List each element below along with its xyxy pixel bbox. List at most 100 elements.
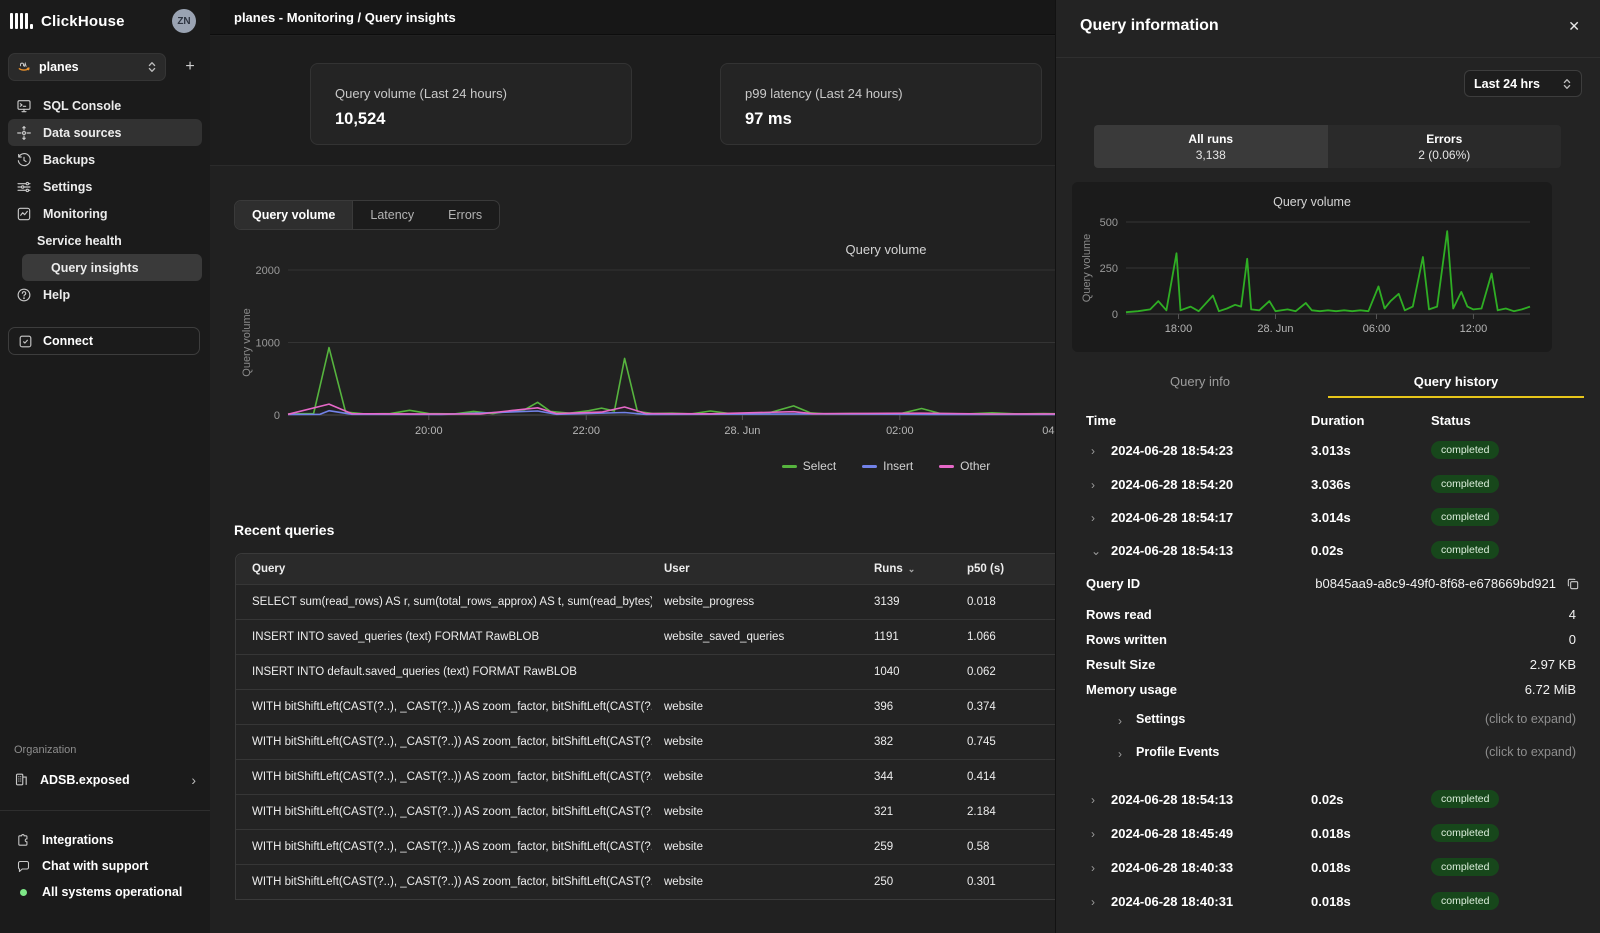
history-time: 2024-06-28 18:54:13 [1111,543,1233,558]
history-duration: 0.02s [1311,543,1344,558]
detail-label: Rows read [1086,607,1152,622]
sidebar-item-backups[interactable]: Backups [8,146,202,173]
history-row[interactable]: ›2024-06-28 18:45:490.018scompleted [1056,819,1600,852]
expandable-row-settings[interactable]: ›Settings(click to expand) [1056,712,1600,738]
status-dot [20,889,27,896]
sidebar-item-label: Monitoring [43,207,108,221]
app-root: ClickHouse ZN planes + SQL ConsoleData s… [0,0,1600,933]
metric-label: Query volume (Last 24 hours) [335,86,507,101]
summary-segment-errors[interactable]: Errors2 (0.06%) [1328,125,1562,168]
add-service-button[interactable]: + [178,55,202,79]
detail-label: Result Size [1086,657,1155,672]
history-time: 2024-06-28 18:54:23 [1111,443,1233,458]
legend-item-other[interactable]: Other [939,459,990,473]
connect-button[interactable]: Connect [8,327,200,355]
user-avatar[interactable]: ZN [172,9,196,33]
col-time: Time [1086,413,1116,428]
cell-runs: 1040 [874,655,944,689]
tab-query-volume[interactable]: Query volume [235,201,353,229]
column-header-user[interactable]: User [664,554,844,584]
expandable-row-profile-events[interactable]: ›Profile Events(click to expand) [1056,745,1600,771]
summary-segment-all-runs[interactable]: All runs3,138 [1094,125,1328,168]
organization-item[interactable]: ADSB.exposed › [8,766,202,793]
footer-item-chat-with-support[interactable]: Chat with support [8,853,202,879]
chevron-right-icon[interactable]: › [1091,478,1095,492]
history-row[interactable]: ›2024-06-28 18:54:173.014scompleted [1056,503,1600,536]
detail-value: 0 [1569,632,1576,647]
legend-dash [782,465,797,468]
svg-text:250: 250 [1100,263,1118,275]
tab-latency[interactable]: Latency [353,201,431,229]
metric-value: 97 ms [745,110,792,129]
chevron-down-icon[interactable]: ⌄ [1091,544,1101,558]
history-row[interactable]: ›2024-06-28 18:54:203.036scompleted [1056,470,1600,503]
svg-text:02:00: 02:00 [886,425,914,437]
sidebar-item-settings[interactable]: Settings [8,173,202,200]
sidebar-item-help[interactable]: Help [8,281,202,308]
drawer-tab-query-info[interactable]: Query info [1072,368,1328,398]
drawer-tab-query-history[interactable]: Query history [1328,368,1584,398]
svg-text:Query volume: Query volume [1081,234,1093,302]
status-badge: completed [1431,858,1499,876]
column-header-runs[interactable]: Runs⌄ [874,554,944,584]
footer-item-integrations[interactable]: Integrations [8,827,202,853]
mini-query-volume-chart: 0250500Query volume18:0028. Jun06:0012:0… [1080,214,1540,344]
sidebar-item-label: Backups [43,153,95,167]
mini-chart-card: Query volume 0250500Query volume18:0028.… [1072,182,1552,352]
sidebar-item-query-insights[interactable]: Query insights [22,254,202,281]
close-icon[interactable]: ✕ [1568,18,1580,35]
chevron-right-icon[interactable]: › [1091,444,1095,458]
history-row[interactable]: ›2024-06-28 18:54:130.02scompleted [1056,785,1600,818]
cell-query: INSERT INTO saved_queries (text) FORMAT … [252,620,652,654]
chevron-right-icon[interactable]: › [1091,895,1095,909]
sidebar-item-data-sources[interactable]: Data sources [8,119,202,146]
history-duration: 3.036s [1311,477,1351,492]
chevron-right-icon[interactable]: › [1091,861,1095,875]
history-row[interactable]: ›2024-06-28 18:40:330.018scompleted [1056,853,1600,886]
detail-label: Rows written [1086,632,1167,647]
history-row[interactable]: ›2024-06-28 18:40:310.018scompleted [1056,887,1600,920]
sidebar-item-sql-console[interactable]: SQL Console [8,92,202,119]
legend-item-select[interactable]: Select [782,459,836,473]
metric-card-p99-latency: p99 latency (Last 24 hours) 97 ms [720,63,1042,145]
legend-item-insert[interactable]: Insert [862,459,913,473]
cell-runs: 382 [874,725,944,759]
cell-query: INSERT INTO default.saved_queries (text)… [252,655,652,689]
chevron-right-icon[interactable]: › [1091,793,1095,807]
connect-icon [18,334,33,349]
cell-query: WITH bitShiftLeft(CAST(?..), _CAST(?..))… [252,760,652,794]
brand-row: ClickHouse ZN [10,8,200,34]
detail-row-result-size: Result Size2.97 KB [1056,657,1600,682]
time-range-selector[interactable]: Last 24 hrs [1464,70,1582,97]
chevron-right-icon[interactable]: › [1091,511,1095,525]
history-table-header: Time Duration Status [1056,413,1600,435]
history-duration: 0.018s [1311,826,1351,841]
backups-icon [16,152,32,168]
segment-label: Errors [1426,132,1462,146]
column-header-p50s[interactable]: p50 (s) [967,554,1047,584]
sidebar-item-label: Help [43,288,70,302]
tab-errors[interactable]: Errors [431,201,499,229]
data-sources-icon [16,125,32,141]
drawer-tab-group: Query infoQuery history [1072,368,1584,398]
legend-label: Insert [883,459,913,473]
sidebar-item-monitoring[interactable]: Monitoring [8,200,202,227]
detail-value: 6.72 MiB [1525,682,1576,697]
chevron-right-icon: › [191,772,196,788]
sidebar-footer: IntegrationsChat with support All systems… [8,827,202,905]
footer-item-all-systems-operational[interactable]: All systems operational [8,879,202,905]
copy-icon[interactable] [1566,577,1580,591]
cell-user: website_progress [664,585,844,619]
history-row[interactable]: ›2024-06-28 18:54:233.013scompleted [1056,436,1600,469]
svg-text:18:00: 18:00 [1165,323,1193,335]
project-selector[interactable]: planes [8,53,166,81]
history-row[interactable]: ⌄2024-06-28 18:54:130.02scompleted [1056,536,1600,569]
segment-value: 3,138 [1196,148,1226,162]
column-header-query[interactable]: Query [252,554,652,584]
sidebar-item-service-health[interactable]: Service health [8,227,202,254]
legend-label: Select [803,459,836,473]
chevron-right-icon[interactable]: › [1091,827,1095,841]
footer-item-label: All systems operational [42,885,182,899]
status-badge: completed [1431,790,1499,808]
chevron-right-icon: › [1118,747,1122,761]
